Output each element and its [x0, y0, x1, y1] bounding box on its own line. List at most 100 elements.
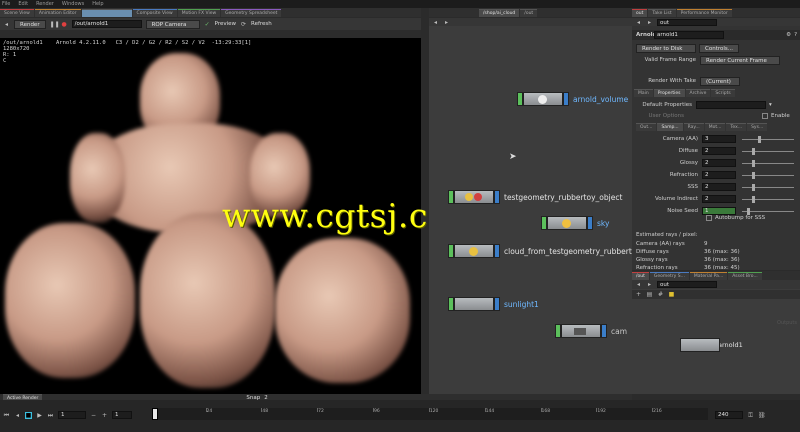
render-button[interactable]: Render [14, 19, 46, 29]
tab-lower-out[interactable]: /out [632, 272, 649, 280]
node-sunlight1[interactable]: sunlight1 [448, 297, 539, 311]
stop-icon[interactable]: ■ [25, 411, 32, 419]
tab-archive[interactable]: Archive [685, 89, 711, 97]
start-frame-field[interactable]: 1 [112, 411, 132, 419]
tab-motion[interactable]: Mot... [704, 123, 726, 131]
preview-checkbox-icon[interactable]: ✓ [204, 21, 211, 28]
help-icon[interactable]: ? [794, 32, 800, 38]
sampling-slider[interactable] [742, 207, 794, 215]
skip-start-icon[interactable]: ⏮ [3, 412, 10, 419]
sampling-value-field[interactable]: 3 [702, 135, 736, 143]
slider-knob[interactable] [752, 183, 756, 191]
back-icon[interactable]: ◂ [432, 19, 439, 26]
params-path-field[interactable]: out [657, 18, 717, 26]
tab-out[interactable]: /out [520, 9, 538, 17]
tab-material-palette[interactable]: Material Pa... [689, 272, 728, 280]
sampling-value-field[interactable]: 2 [702, 171, 736, 179]
lower-path-field[interactable]: out [657, 281, 717, 288]
tab-performance-monitor[interactable]: Performance Monitor [676, 9, 732, 17]
camera-menu[interactable]: ROP Camera [145, 19, 200, 29]
sampling-slider[interactable] [742, 195, 794, 203]
stop-icon[interactable]: ● [61, 21, 68, 28]
autobump-checkbox[interactable] [706, 215, 712, 221]
sampling-slider[interactable] [742, 147, 794, 155]
node-render-flag[interactable] [494, 190, 500, 204]
tab-animation-editor[interactable]: Animation Editor [34, 9, 81, 17]
node-render-flag[interactable] [587, 216, 593, 230]
tab-composite-view[interactable]: Composite View [132, 9, 177, 17]
slider-knob[interactable] [752, 195, 756, 203]
pause-icon[interactable]: ❚❚ [50, 21, 60, 28]
tab-shop-cloud[interactable]: /shop/ai_cloud [479, 9, 520, 17]
tab-geometry-spreadsheet[interactable]: Geometry Spreadsheet [221, 9, 282, 17]
node-render-flag[interactable] [494, 244, 500, 258]
menu-windows[interactable]: Windows [62, 1, 84, 7]
link-icon[interactable]: ⛓ [758, 412, 766, 419]
tab-output[interactable]: Out... [636, 123, 657, 131]
tab-textures[interactable]: Tex... [726, 123, 747, 131]
default-properties-field[interactable] [696, 101, 766, 109]
refresh-icon[interactable]: ⟳ [240, 21, 247, 28]
node-render-flag[interactable] [563, 92, 569, 106]
sampling-slider[interactable] [742, 183, 794, 191]
enable-checkbox[interactable] [762, 113, 768, 119]
valid-frame-range-menu[interactable]: Render Current Frame [700, 55, 780, 65]
tab-out-params[interactable]: out [632, 9, 648, 17]
node-render-flag[interactable] [601, 324, 607, 338]
menu-help[interactable]: Help [92, 1, 103, 7]
sampling-slider[interactable] [742, 171, 794, 179]
node-body[interactable] [680, 338, 720, 352]
view-icon[interactable]: ▤ [646, 291, 653, 298]
tab-main[interactable]: Main [634, 89, 653, 97]
tab-take-list[interactable]: Take List [648, 9, 676, 17]
node-testgeometry-rubbertoy[interactable]: testgeometry_rubbertoy_object [448, 190, 622, 204]
back-icon[interactable]: ◂ [635, 19, 642, 26]
back-icon[interactable]: ◂ [635, 281, 642, 288]
tab-sampling[interactable]: Samp... [657, 123, 683, 131]
tab-geometry-spreadsheet-lower[interactable]: Geometry S... [649, 272, 689, 280]
tab-scene-view[interactable]: Scene View [0, 9, 34, 17]
tab-properties[interactable]: Properties [653, 89, 685, 97]
menu-arrow-icon[interactable]: ◂ [3, 21, 10, 28]
forward-icon[interactable]: ▸ [646, 19, 653, 26]
node-body[interactable] [561, 324, 601, 338]
sampling-value-field[interactable]: 2 [702, 195, 736, 203]
node-arnold1[interactable]: arnold1 [680, 338, 743, 352]
play-icon[interactable]: ▶ [36, 412, 43, 419]
node-render-flag[interactable] [494, 297, 500, 311]
lower-network-editor[interactable]: ◂ ▸ out + ▤ # ■ Outputs arnold1 [632, 280, 800, 394]
node-cloud-from-testgeometry[interactable]: cloud_from_testgeometry_rubbertoy [448, 244, 632, 258]
forward-icon[interactable]: ▸ [443, 19, 450, 26]
node-body[interactable] [454, 297, 494, 311]
gear-icon[interactable]: ⚙ [786, 32, 794, 38]
network-editor[interactable]: arnold_volume testgeometry_rubbertoy_obj… [429, 26, 632, 394]
tab-render-view[interactable] [81, 9, 132, 17]
sampling-value-field[interactable]: 2 [702, 183, 736, 191]
render-to-disk-button[interactable]: Render to Disk [636, 43, 696, 53]
menu-file[interactable]: File [2, 1, 10, 7]
tab-motion-fx-view[interactable]: Motion FX View [177, 9, 221, 17]
grid-icon[interactable]: # [657, 291, 664, 298]
slider-knob[interactable] [752, 147, 756, 155]
node-cam[interactable]: cam [555, 324, 627, 338]
menu-render[interactable]: Render [36, 1, 54, 7]
current-frame-field[interactable]: 1 [58, 411, 86, 419]
menu-icon[interactable]: ▾ [769, 102, 772, 108]
render-with-take-menu[interactable]: (Current) [700, 76, 740, 86]
note-icon[interactable]: ■ [668, 291, 675, 298]
add-icon[interactable]: + [635, 291, 642, 298]
forward-icon[interactable]: ▸ [646, 281, 653, 288]
sampling-slider[interactable] [742, 135, 794, 143]
tab-system[interactable]: Sys... [747, 123, 768, 131]
sampling-value-field[interactable]: 2 [702, 147, 736, 155]
tab-scripts[interactable]: Scripts [711, 89, 735, 97]
node-body[interactable] [547, 216, 587, 230]
tab-asset-browser[interactable]: Asset Bro... [728, 272, 762, 280]
decrement-icon[interactable]: − [90, 412, 97, 419]
node-sky[interactable]: sky [541, 216, 609, 230]
frame-ruler[interactable]: 124487296120144168192216 [152, 408, 708, 420]
sampling-slider[interactable] [742, 159, 794, 167]
node-body[interactable] [454, 190, 494, 204]
menu-edit[interactable]: Edit [18, 1, 28, 7]
slider-knob[interactable] [757, 135, 761, 143]
